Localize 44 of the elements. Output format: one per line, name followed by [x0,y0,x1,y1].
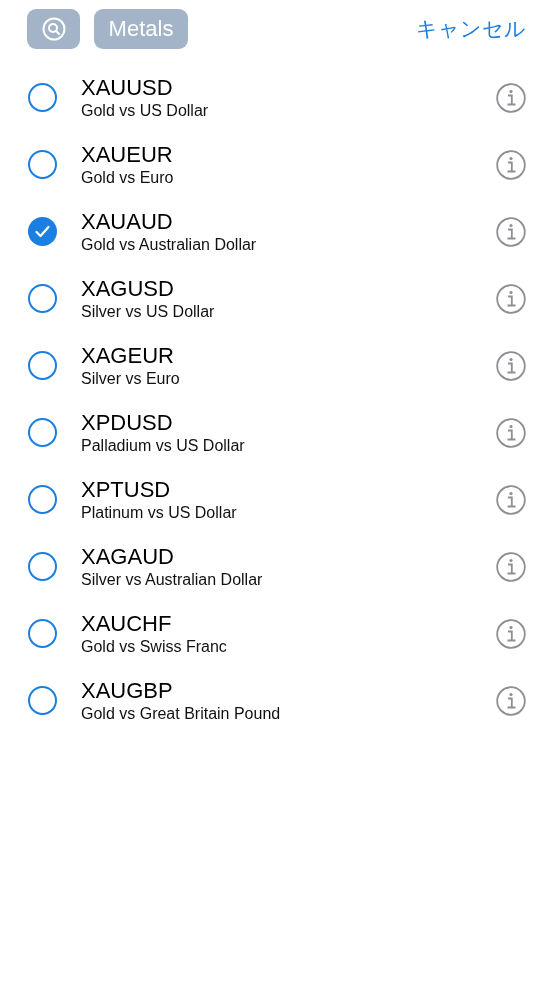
symbol-description: Gold vs Swiss Franc [81,636,228,657]
selection-radio[interactable] [28,150,57,179]
info-icon[interactable] [496,82,526,113]
info-icon[interactable] [496,417,526,448]
symbol-description: Gold vs Great Britain Pound [81,703,282,724]
symbol-name: XAUGBP [81,677,174,704]
symbol-name: XAUAUD [81,208,174,235]
selection-radio[interactable] [28,351,57,380]
selection-radio[interactable] [28,686,57,715]
selection-radio[interactable] [28,217,57,246]
symbol-description: Palladium vs US Dollar [81,435,246,456]
info-icon[interactable] [496,484,526,515]
info-icon[interactable] [496,350,526,381]
symbol-name: XAUEUR [81,141,174,168]
info-icon[interactable] [496,283,526,314]
selection-radio[interactable] [28,552,57,581]
symbol-name: XAUUSD [81,74,174,101]
symbol-description: Silver vs Australian Dollar [81,569,264,590]
search-button[interactable] [27,9,80,49]
symbol-description: Gold vs Euro [81,167,175,188]
selection-radio[interactable] [28,485,57,514]
symbol-name: XAGEUR [81,342,175,369]
info-icon[interactable] [496,685,526,716]
search-icon [41,17,66,41]
selection-radio[interactable] [28,418,57,447]
selection-radio[interactable] [28,619,57,648]
symbol-description: Gold vs US Dollar [81,100,210,121]
symbol-description: Gold vs Australian Dollar [81,234,258,255]
symbol-name: XAUCHF [81,610,173,637]
symbol-description: Platinum vs US Dollar [81,502,238,523]
info-icon[interactable] [496,216,526,247]
info-icon[interactable] [496,551,526,582]
symbol-name: XPTUSD [81,476,172,503]
selection-radio[interactable] [28,284,57,313]
symbol-description: Silver vs US Dollar [81,301,216,322]
cancel-button[interactable]: キャンセル [416,15,526,43]
symbol-name: XPDUSD [81,409,174,436]
filter-button[interactable]: Metals [94,9,188,49]
symbol-name: XAGAUD [81,543,175,570]
symbol-description: Silver vs Euro [81,368,181,389]
symbol-name: XAGUSD [81,275,175,302]
selection-radio[interactable] [28,83,57,112]
info-icon[interactable] [496,618,526,649]
info-icon[interactable] [496,149,526,180]
